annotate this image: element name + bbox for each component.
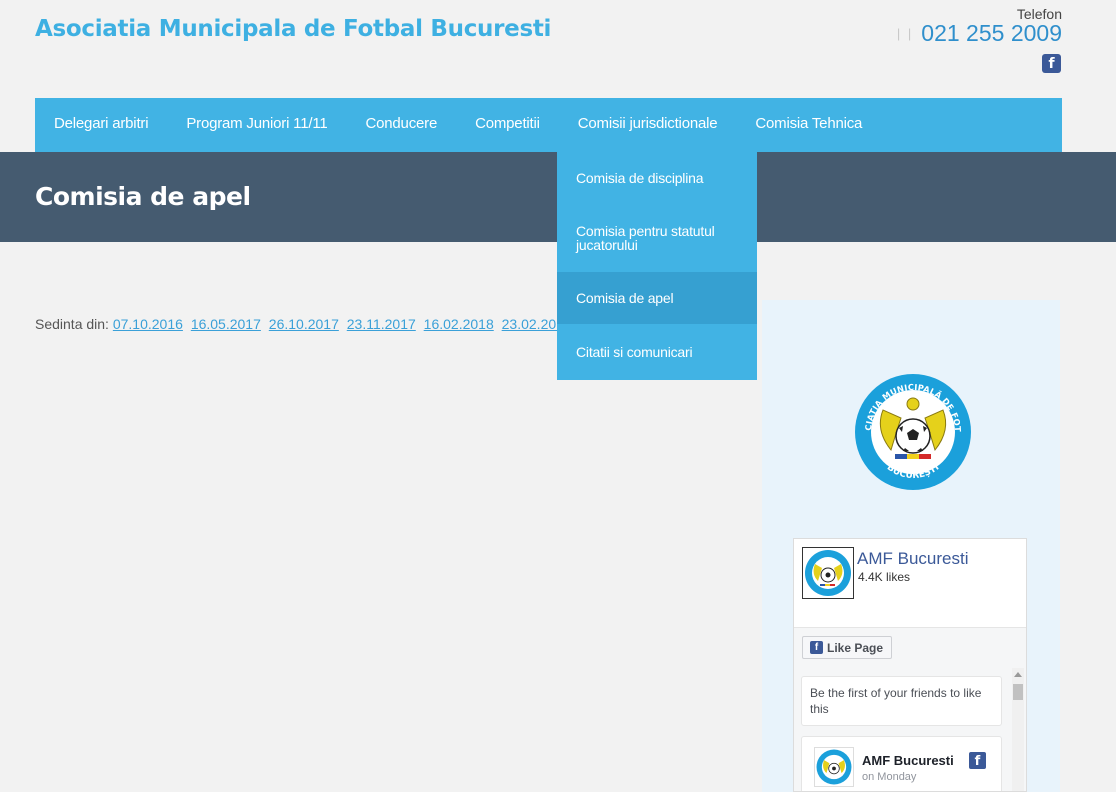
session-link[interactable]: 23.02.2018 [502,316,557,332]
like-page-button[interactable]: f Like Page [802,636,892,659]
fb-post-card: AMF Bucuresti on Monday f [801,736,1002,791]
fb-post-time[interactable]: on Monday [862,771,916,783]
session-label: Sedinta din: [35,316,109,332]
site-title[interactable]: Asociatia Municipala de Fotbal Bucuresti [35,16,551,42]
session-link[interactable]: 16.02.2018 [424,316,494,332]
session-link[interactable]: 26.10.2017 [269,316,339,332]
dropdown-item-citatii[interactable]: Citatii si comunicari [557,324,757,380]
dropdown-item-comisia-de-apel[interactable]: Comisia de apel [557,272,757,324]
fb-page-avatar[interactable] [802,547,854,599]
fb-post-author[interactable]: AMF Bucuresti [862,753,954,768]
dropdown-item-statutul-jucatorului[interactable]: Comisia pentru statutul jucatorului [557,204,757,272]
phone-number[interactable]: 021 255 2009 [921,20,1062,47]
fb-feed-area: f Like Page Be the first of your friends… [794,627,1026,791]
dropdown-item-disciplina[interactable]: Comisia de disciplina [557,152,757,204]
page-title: Comisia de apel [35,182,251,211]
amf-logo[interactable]: ASOCIATIA MUNICIPALĂ DE FOTBAL BUCUREȘTI [853,370,973,494]
phone-number-group: | | 021 255 2009 [897,20,1062,47]
comisii-dropdown-menu: Comisia de disciplina Comisia pentru sta… [557,152,757,380]
facebook-icon: f [969,752,986,769]
nav-item-comisii-jurisdictionale[interactable]: Comisii jurisdictionale [559,98,737,152]
session-dates-line: Sedinta din: 07.10.2016 16.05.2017 26.10… [35,316,557,332]
session-link[interactable]: 16.05.2017 [191,316,261,332]
fb-page-name[interactable]: AMF Bucuresti [857,549,968,569]
fb-post-avatar[interactable] [814,747,854,787]
main-nav: Delegari arbitri Program Juniori 11/11 C… [35,98,1062,152]
scrollbar-thumb[interactable] [1013,684,1023,700]
like-page-label: Like Page [827,640,884,655]
nav-item-delegari-arbitri[interactable]: Delegari arbitri [35,98,167,152]
nav-item-program-juniori[interactable]: Program Juniori 11/11 [167,98,346,152]
fb-friends-card: Be the first of your friends to like thi… [801,676,1002,726]
fb-feed-scrollbar[interactable] [1012,668,1024,791]
amf-mini-logo [816,749,852,785]
facebook-icon[interactable]: f [1042,54,1061,73]
amf-mini-logo [805,550,851,596]
facebook-icon: f [810,641,823,654]
fb-like-count: 4.4K likes [858,570,911,584]
session-link[interactable]: 23.11.2017 [347,316,416,332]
nav-item-conducere[interactable]: Conducere [347,98,457,152]
nav-item-comisia-tehnica[interactable]: Comisia Tehnica [736,98,881,152]
scroll-up-arrow-icon[interactable] [1014,672,1022,677]
phone-separator: | | [896,26,914,41]
nav-item-competitii[interactable]: Competitii [456,98,559,152]
session-link[interactable]: 07.10.2016 [113,316,183,332]
facebook-page-widget: AMF Bucuresti 4.4K likes f Like Page Be … [793,538,1027,792]
